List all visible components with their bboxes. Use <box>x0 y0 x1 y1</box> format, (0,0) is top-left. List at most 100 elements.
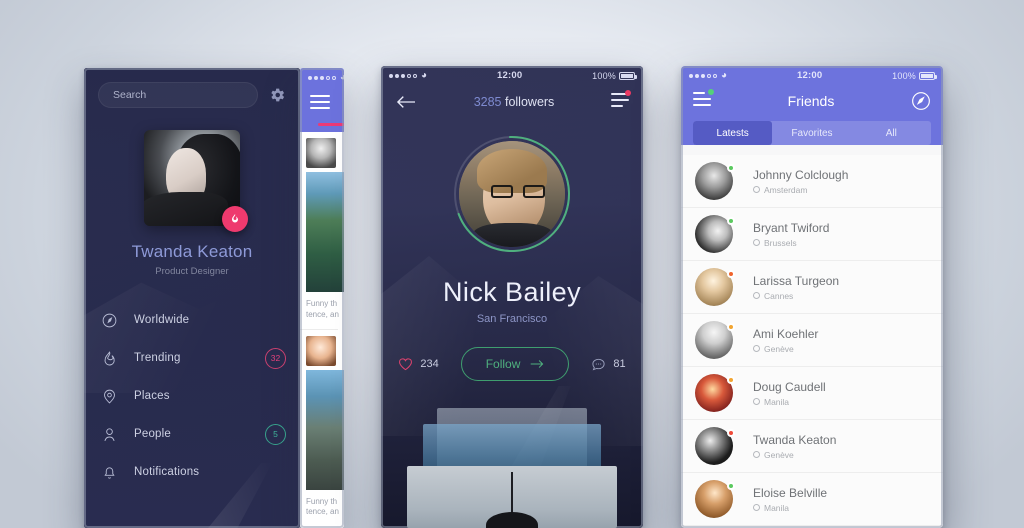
friend-location-label: Brussels <box>764 237 797 248</box>
location-pin-icon <box>753 504 760 511</box>
sidebar-item-notifications[interactable]: Notifications <box>98 453 286 491</box>
photo-card-stack[interactable] <box>381 408 643 528</box>
feed-list[interactable]: Funny th tence, an Funny th tence, an <box>300 132 344 528</box>
location-pin-icon <box>98 385 120 407</box>
friend-name: Larissa Turgeon <box>753 273 840 288</box>
friend-location-label: Cannes <box>764 290 794 301</box>
likes-count: 234 <box>420 358 439 370</box>
friends-navbar: Friends <box>681 85 943 117</box>
gear-icon[interactable] <box>268 86 286 104</box>
status-bar: ◕ 12:00 100% <box>381 66 643 85</box>
phone-feed-screen: ◕ Funny th tence, an Funny th tence, an <box>300 68 344 528</box>
friend-location-label: Manila <box>764 396 790 407</box>
list-item[interactable]: Bryant Twiford Brussels <box>681 208 943 261</box>
post-text: Funny th tence, an <box>306 299 339 319</box>
feed-header: ◕ <box>300 68 344 132</box>
avatar <box>459 141 565 247</box>
friend-location: Manila <box>753 397 826 407</box>
accent-bar <box>318 123 344 126</box>
profile-actions: 234 Follow 81 <box>381 347 643 381</box>
list-item[interactable]: Funny th tence, an <box>300 132 344 321</box>
battery-percent: 100% <box>892 70 916 81</box>
status-time: 12:00 <box>797 70 823 81</box>
sidebar-item-label: Notifications <box>134 466 200 478</box>
flame-badge-icon[interactable] <box>222 206 248 232</box>
list-item[interactable]: Larissa Turgeon Cannes <box>681 261 943 314</box>
status-badge <box>727 164 735 172</box>
profile-location: San Francisco <box>476 313 548 325</box>
globe-icon[interactable] <box>911 91 931 111</box>
friends-list[interactable]: Johnny Colclough Amsterdam Bryant Twifor… <box>681 155 943 527</box>
sidebar-item-people[interactable]: People 5 <box>98 415 286 453</box>
post-image <box>306 369 344 490</box>
sidebar-item-worldwide[interactable]: Worldwide <box>98 301 286 339</box>
location-pin-icon <box>753 345 760 352</box>
comments-stat[interactable]: 81 <box>591 357 626 371</box>
friend-name: Eloise Belville <box>753 485 828 500</box>
sidebar-item-places[interactable]: Places <box>98 377 286 415</box>
friend-location-label: Genève <box>764 343 794 354</box>
friend-location: Genève <box>753 450 836 460</box>
tab-label: Favorites <box>791 127 833 139</box>
location-pin-icon <box>753 398 760 405</box>
bell-icon <box>98 461 120 483</box>
followers-label: followers <box>504 95 555 109</box>
profile-navbar: 3285 followers <box>381 85 643 119</box>
notification-dot <box>708 89 714 95</box>
profile-name: Nick Bailey <box>443 277 581 307</box>
follow-button-label: Follow <box>485 357 521 371</box>
heart-icon <box>399 358 413 371</box>
list-item[interactable]: Eloise Belville Manila <box>681 473 943 526</box>
sidebar-item-trending[interactable]: Trending 32 <box>98 339 286 377</box>
signal-indicator: ◕ <box>308 71 344 83</box>
friends-header: ◕ 12:00 100% Friends Latests Favorites A… <box>681 66 943 145</box>
globe-icon <box>98 309 120 331</box>
phone-profile-screen: ◕ 12:00 100% 3285 followers Nick Bailey … <box>381 66 643 528</box>
follow-button[interactable]: Follow <box>460 347 570 381</box>
sidebar-item-label: Worldwide <box>134 314 190 326</box>
avatar[interactable] <box>144 130 248 232</box>
status-badge <box>727 323 735 331</box>
hamburger-icon[interactable] <box>693 89 714 110</box>
avatar <box>306 335 336 366</box>
drawer-menu: Worldwide Trending 32 Places People 5 No… <box>98 301 286 491</box>
status-badge <box>727 270 735 278</box>
search-input[interactable]: Search <box>98 82 258 108</box>
friend-location: Brussels <box>753 238 829 248</box>
app-mockup-stage: Search Twanda Keaton Product Designer Wo… <box>0 0 1024 528</box>
list-item[interactable]: Funny th tence, an <box>300 330 344 519</box>
list-item[interactable]: Ami Koehler Genève <box>681 314 943 367</box>
status-badge: 5 <box>265 423 286 445</box>
likes-stat[interactable]: 234 <box>398 357 439 371</box>
person-icon <box>98 423 120 445</box>
friend-name: Johnny Colclough <box>753 167 849 182</box>
wifi-icon: ◕ <box>340 71 344 83</box>
friend-name: Bryant Twiford <box>753 220 830 235</box>
status-time: 12:00 <box>497 70 523 81</box>
notification-dot <box>625 90 631 96</box>
drawer-profile-name: Twanda Keaton <box>131 242 253 261</box>
page-title: 3285 followers <box>417 95 611 109</box>
tab-favorites[interactable]: Favorites <box>772 121 851 145</box>
tab-all[interactable]: All <box>852 121 931 145</box>
profile-avatar-ring[interactable] <box>451 133 573 255</box>
friend-location: Genève <box>753 344 818 354</box>
list-item[interactable]: Doug Caudell Manila <box>681 367 943 420</box>
status-badge <box>727 376 735 384</box>
list-item[interactable]: Twanda Keaton Genève <box>681 420 943 473</box>
friend-location-label: Manila <box>764 502 790 513</box>
list-item[interactable]: Johnny Colclough Amsterdam <box>681 155 943 208</box>
sidebar-item-label: Places <box>134 390 170 402</box>
friend-name: Twanda Keaton <box>753 432 837 447</box>
tab-latests[interactable]: Latests <box>693 121 773 145</box>
status-badge: 32 <box>265 347 286 369</box>
location-pin-icon <box>753 451 760 458</box>
avatar <box>306 138 336 168</box>
hamburger-icon[interactable] <box>611 90 631 111</box>
battery-percent: 100% <box>592 70 616 81</box>
back-arrow-icon[interactable] <box>395 93 417 111</box>
phone-drawer-screen: Search Twanda Keaton Product Designer Wo… <box>84 68 300 528</box>
hamburger-icon[interactable] <box>310 95 330 113</box>
friend-name: Ami Koehler <box>753 326 819 341</box>
comments-count: 81 <box>613 358 626 370</box>
